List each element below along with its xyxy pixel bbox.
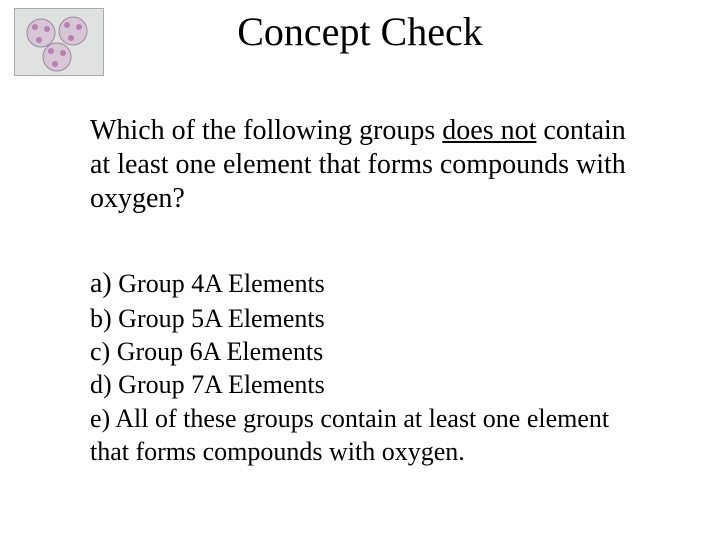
question-text: Which of the following groups does not c… bbox=[90, 114, 645, 216]
option-b-marker: b) bbox=[90, 304, 112, 333]
option-a-marker: a) bbox=[90, 268, 112, 299]
option-b: b) Group 5A Elements bbox=[90, 302, 650, 335]
option-b-text: Group 5A Elements bbox=[112, 304, 325, 333]
option-a-text: Group 4A Elements bbox=[112, 269, 325, 298]
option-c-marker: c) bbox=[90, 337, 110, 366]
option-a: a) Group 4A Elements bbox=[90, 266, 650, 302]
option-c-text: Group 6A Elements bbox=[110, 337, 323, 366]
slide-title: Concept Check bbox=[0, 8, 720, 55]
question-pre: Which of the following groups bbox=[90, 115, 442, 146]
option-c: c) Group 6A Elements bbox=[90, 335, 650, 368]
options-list: a) Group 4A Elements b) Group 5A Element… bbox=[90, 266, 650, 468]
option-d-text: Group 7A Elements bbox=[112, 370, 325, 399]
question-underlined: does not bbox=[442, 115, 536, 146]
option-d-marker: d) bbox=[90, 370, 112, 399]
option-e-marker: e) bbox=[90, 404, 110, 433]
option-e: e) All of these groups contain at least … bbox=[90, 402, 650, 469]
slide: Concept Check Which of the following gro… bbox=[0, 0, 720, 540]
option-e-text: All of these groups contain at least one… bbox=[90, 404, 609, 466]
option-d: d) Group 7A Elements bbox=[90, 368, 650, 401]
